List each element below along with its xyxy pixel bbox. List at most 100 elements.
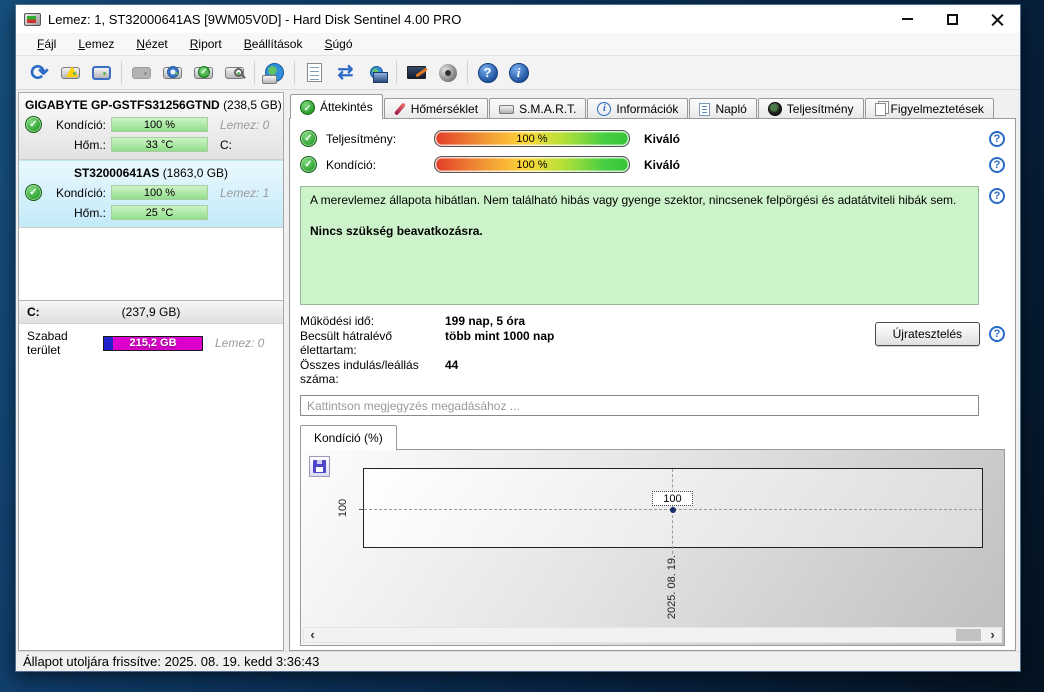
tab-temperature[interactable]: Hőmérséklet [383, 98, 489, 119]
menu-view[interactable]: Nézet [125, 34, 178, 54]
maximize-button[interactable] [930, 5, 975, 33]
chart-ytick-mark [359, 509, 364, 510]
health-status-advice: Nincs szükség beavatkozásra. [310, 224, 483, 238]
chart-tab-row: Kondíció (%) [300, 425, 1005, 450]
tab-performance[interactable]: Teljesítmény [757, 98, 864, 119]
menu-help[interactable]: Súgó [313, 34, 363, 54]
lifetime-stats-row: Működési idő: 199 nap, 5 óra Becsült hát… [300, 314, 1005, 387]
info-icon [597, 102, 612, 116]
tab-label: S.M.A.R.T. [519, 102, 577, 116]
menu-settings[interactable]: Beállítások [233, 34, 314, 54]
disk-globe-icon[interactable] [259, 59, 290, 87]
performance-meter: 100 % [434, 130, 630, 147]
drive-sidebar: GIGABYTE GP-GSTFS31256GTND (238,5 GB) Ko… [18, 92, 284, 651]
tab-label: Információk [616, 102, 679, 116]
partition-size: (237,9 GB) [121, 305, 181, 319]
disk-warning-icon[interactable] [55, 59, 86, 87]
tab-information[interactable]: Információk [587, 98, 689, 119]
info-icon[interactable] [503, 59, 534, 87]
drive-name: GIGABYTE GP-GSTFS31256GTND [25, 98, 220, 112]
ok-status-icon [25, 116, 42, 133]
overview-page: Teljesítmény: 100 % Kiváló Kondíció: 100… [289, 118, 1016, 651]
disk-number-label: Lemez: 0 [215, 336, 265, 350]
disk-monitor-icon[interactable] [86, 59, 117, 87]
drive-item-gigabyte[interactable]: GIGABYTE GP-GSTFS31256GTND (238,5 GB) Ko… [19, 93, 283, 160]
stat-value: több mint 1000 nap [445, 329, 555, 343]
help-icon[interactable] [989, 130, 1005, 147]
partition-name: C: [27, 305, 40, 319]
retest-button[interactable]: Újratesztelés [874, 322, 980, 346]
condition-rating: Kiváló [644, 157, 681, 172]
drive-size: (238,5 GB) [223, 98, 282, 112]
maximize-icon [947, 13, 958, 25]
scroll-right-icon[interactable]: › [984, 628, 1001, 642]
report-icon[interactable] [299, 59, 330, 87]
tab-log[interactable]: Napló [689, 98, 757, 119]
help-icon[interactable] [472, 59, 503, 87]
temperature-meter: 33 °C [111, 137, 208, 152]
help-icon[interactable] [989, 156, 1005, 173]
drive-header: ST32000641AS (1863,0 GB) [25, 166, 277, 180]
disk-clock-icon[interactable] [157, 59, 188, 87]
scroll-left-icon[interactable]: ‹ [304, 628, 321, 642]
condition-history-chart: 100 100 2025. 08. 19. ‹ › [300, 449, 1005, 646]
save-chart-icon[interactable] [309, 456, 330, 477]
tab-label: Teljesítmény [786, 102, 854, 116]
menu-report[interactable]: Riport [179, 34, 233, 54]
condition-label: Kondíció: [55, 117, 106, 132]
tab-smart[interactable]: S.M.A.R.T. [489, 98, 587, 119]
menu-file[interactable]: Fájl [26, 34, 67, 54]
disk-disabled-icon[interactable] [126, 59, 157, 87]
sound-icon[interactable] [432, 59, 463, 87]
chart-scrollbar[interactable]: ‹ › [303, 627, 1002, 643]
performance-label: Teljesítmény: [326, 131, 397, 146]
retest-area: Újratesztelés [874, 322, 1005, 346]
scrollbar-thumb[interactable] [956, 629, 981, 641]
performance-rating: Kiváló [644, 131, 681, 146]
condition-meter: 100 % [434, 156, 630, 173]
close-button[interactable] [975, 5, 1020, 33]
refresh-icon[interactable] [24, 59, 55, 87]
tab-label: Hőmérséklet [410, 102, 479, 116]
pages-icon [874, 102, 886, 116]
health-status-row: A merevlemez állapota hibátlan. Nem talá… [300, 186, 1005, 305]
window-title: Lemez: 1, ST32000641AS [9WM05V0D] - Hard… [48, 11, 462, 27]
drive-item-seagate-selected[interactable]: ST32000641AS (1863,0 GB) Kondíció: 100 %… [19, 160, 283, 228]
ok-status-icon [300, 130, 317, 147]
stat-power-on-time: Működési idő: 199 nap, 5 óra [300, 314, 875, 328]
tab-overview[interactable]: Áttekintés [290, 94, 383, 119]
thermometer-icon [393, 102, 406, 116]
partition-header[interactable]: C: (237,9 GB) [19, 301, 283, 324]
drive-condition-row: Kondíció: 100 % Lemez: 0 [25, 116, 277, 133]
disk-accept-icon[interactable] [188, 59, 219, 87]
ok-status-icon [25, 184, 42, 201]
remote-monitor-icon[interactable] [401, 59, 432, 87]
sync-icon[interactable] [330, 59, 361, 87]
minimize-button[interactable] [885, 5, 930, 33]
disk-search-icon[interactable] [219, 59, 250, 87]
disk-number-label: Lemez: 0 [220, 117, 270, 132]
stat-label: Becsült hátralévő élettartam: [300, 329, 393, 357]
temperature-label: Hőm.: [73, 137, 106, 152]
stat-value: 199 nap, 5 óra [445, 314, 526, 328]
chart-tab-condition[interactable]: Kondíció (%) [300, 425, 397, 450]
condition-label: Kondíció: [55, 185, 106, 200]
network-computer-icon[interactable] [361, 59, 392, 87]
toolbar-separator [396, 61, 397, 84]
chart-xtick-label: 2025. 08. 19. [666, 554, 678, 620]
toolbar-separator [467, 61, 468, 84]
partition-letter: C: [220, 137, 232, 152]
menu-disk[interactable]: Lemez [67, 34, 125, 54]
comment-input[interactable] [300, 395, 979, 416]
condition-row: Kondíció: 100 % Kiváló [300, 156, 1005, 173]
condition-meter: 100 % [111, 117, 208, 132]
tab-label: Figyelmeztetések [890, 102, 984, 116]
help-icon[interactable] [989, 188, 1005, 204]
drive-condition-row: Kondíció: 100 % Lemez: 1 [25, 184, 277, 201]
tab-alerts[interactable]: Figyelmeztetések [864, 98, 994, 119]
drive-temp-row: Hőm.: 25 °C [25, 205, 277, 220]
gauge-icon [767, 102, 782, 116]
help-icon[interactable] [989, 326, 1005, 342]
toolbar [16, 56, 1020, 90]
health-status-box: A merevlemez állapota hibátlan. Nem talá… [300, 186, 979, 305]
